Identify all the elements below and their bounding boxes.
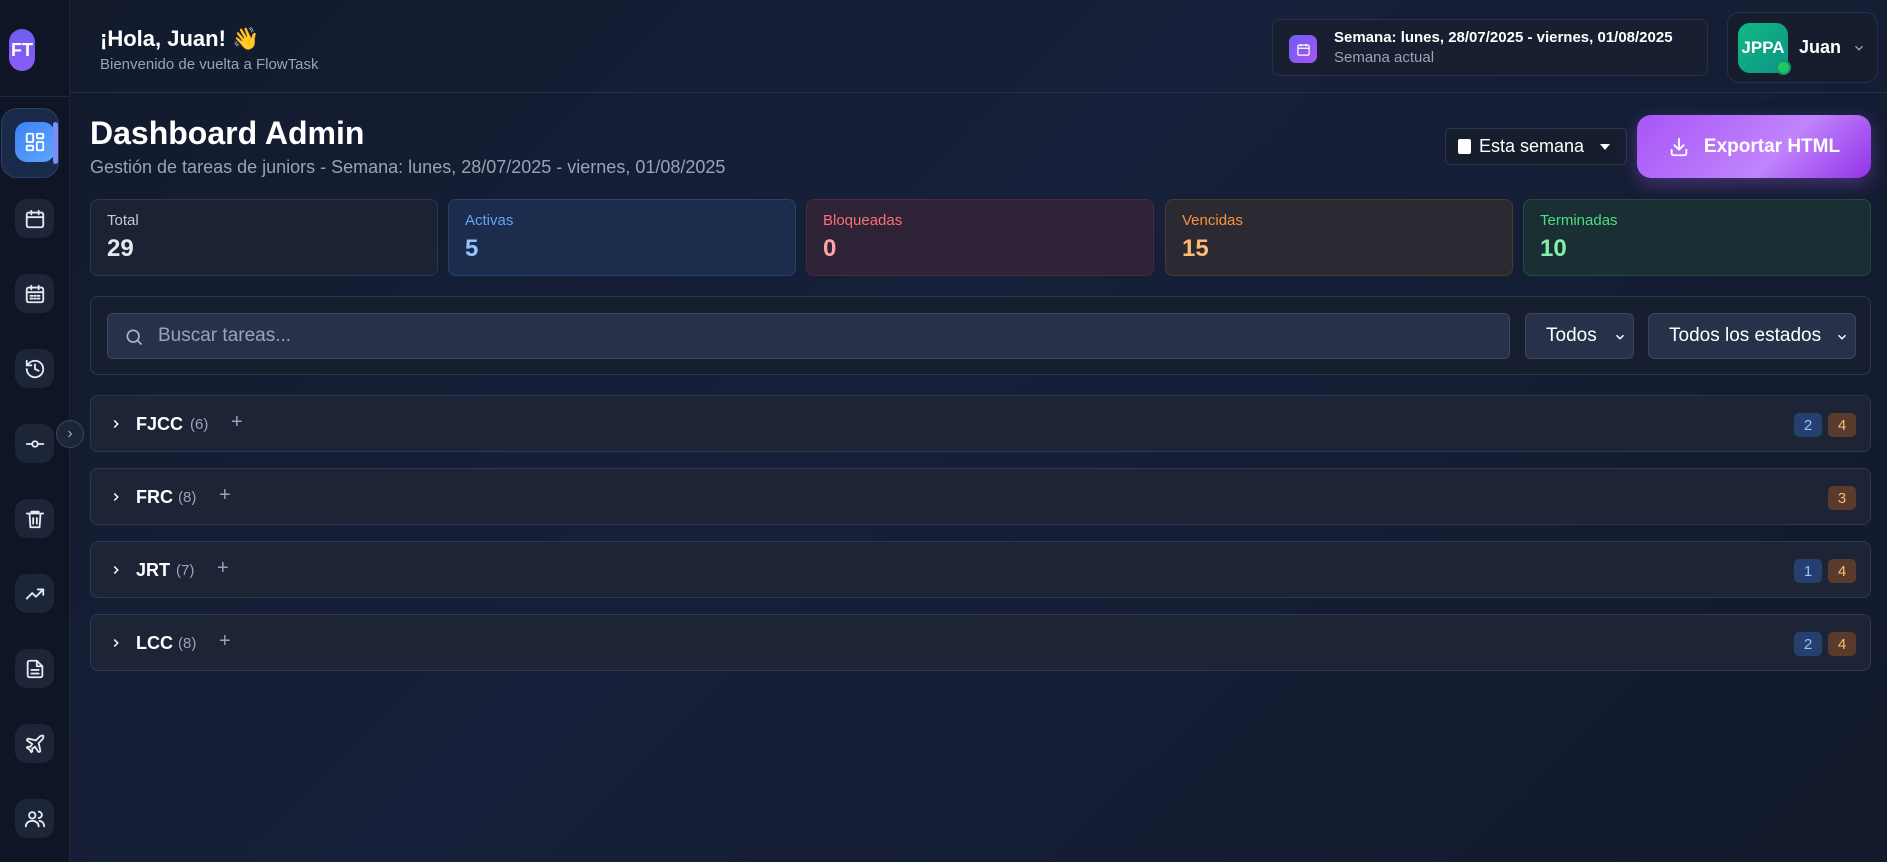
status-badge-blue: 2 [1794, 413, 1822, 437]
export-html-button[interactable]: Exportar HTML [1637, 115, 1871, 178]
stat-value: 5 [465, 235, 479, 262]
sidebar-divider [0, 96, 70, 97]
sidebar-item-trends[interactable] [15, 574, 54, 613]
chevron-down-icon [1615, 334, 1625, 340]
group-name: JRT [136, 560, 171, 580]
group-name: LCC [136, 633, 173, 653]
group-task-count: (8) [178, 489, 197, 506]
stat-card-total[interactable]: Total 29 [90, 199, 438, 276]
search-input[interactable] [158, 314, 1498, 358]
junior-filter-value: Todos [1546, 325, 1597, 346]
document-icon [26, 659, 43, 678]
group-name: FRC [136, 487, 173, 507]
group-task-count: (6) [190, 416, 209, 433]
sidebar-collapse-button[interactable] [56, 420, 84, 448]
sidebar-item-documents[interactable] [15, 649, 54, 688]
sidebar-item-history[interactable] [15, 349, 54, 388]
status-badge-orange: 4 [1828, 413, 1856, 437]
sidebar-item-commits[interactable] [15, 424, 54, 463]
sidebar-item-calendar[interactable] [15, 199, 54, 238]
status-badge-orange: 4 [1828, 632, 1856, 656]
sidebar-item-dashboard[interactable] [15, 122, 55, 162]
add-task-icon[interactable]: + [219, 630, 231, 653]
stat-card-bloqueadas[interactable]: Bloqueadas 0 [806, 199, 1154, 276]
group-task-count: (7) [176, 562, 195, 579]
top-header: ¡Hola, Juan! 👋 Bienvenido de vuelta a Fl… [70, 0, 1887, 93]
week-range-label: Semana: lunes, 28/07/2025 - viernes, 01/… [1334, 29, 1673, 46]
caret-down-icon [1600, 143, 1611, 150]
trash-icon [25, 510, 44, 528]
stat-value: 10 [1540, 235, 1567, 262]
sidebar-item-users[interactable] [15, 799, 54, 838]
junior-group-row[interactable]: JRT (7) +1 4 [90, 541, 1871, 598]
chevron-right-icon [68, 430, 73, 438]
sidebar-item-calendar-grid[interactable] [15, 274, 54, 313]
week-select[interactable]: Esta semana [1445, 128, 1627, 165]
status-badge-blue: 1 [1794, 559, 1822, 583]
add-task-icon[interactable]: + [231, 411, 243, 434]
page-subtitle: Gestión de tareas de juniors - Semana: l… [90, 157, 726, 177]
history-icon [25, 359, 44, 378]
current-week-indicator[interactable]: Semana: lunes, 28/07/2025 - viernes, 01/… [1272, 19, 1708, 76]
calendar-grid-icon [25, 284, 44, 303]
users-icon [24, 810, 45, 827]
plane-icon [25, 734, 44, 753]
download-icon [1670, 137, 1688, 156]
status-filter-select[interactable]: Todos los estados [1648, 313, 1856, 359]
greeting-subtitle: Bienvenido de vuelta a FlowTask [100, 56, 319, 73]
greeting-title: ¡Hola, Juan! 👋 [100, 26, 260, 51]
calendar-icon [1289, 35, 1317, 63]
stat-label: Total [107, 212, 139, 229]
status-filter-value: Todos los estados [1669, 325, 1822, 346]
junior-group-row[interactable]: LCC (8) +2 4 [90, 614, 1871, 671]
calendar-icon [25, 209, 44, 228]
stat-value: 0 [823, 235, 837, 262]
chevron-right-icon[interactable] [109, 563, 123, 577]
search-field[interactable] [107, 313, 1510, 359]
stat-card-terminadas[interactable]: Terminadas 10 [1523, 199, 1871, 276]
chevron-right-icon[interactable] [109, 636, 123, 650]
chevron-right-icon[interactable] [109, 417, 123, 431]
group-task-count: (8) [178, 635, 197, 652]
stat-label: Vencidas [1182, 212, 1243, 229]
status-badge-orange: 3 [1828, 486, 1856, 510]
search-icon [126, 329, 143, 346]
junior-group-row[interactable]: FRC (8) +3 [90, 468, 1871, 525]
filter-panel: Todos Todos los estados [90, 296, 1871, 375]
stat-value: 29 [107, 235, 134, 262]
user-name: Juan [1799, 37, 1842, 57]
group-name: FJCC [136, 414, 184, 434]
dashboard-icon [25, 132, 45, 152]
stat-value: 15 [1182, 235, 1209, 262]
week-caption: Semana actual [1334, 49, 1435, 66]
junior-filter-select[interactable]: Todos [1525, 313, 1634, 359]
page-title: Dashboard Admin [90, 115, 365, 151]
stat-label: Terminadas [1540, 212, 1618, 229]
week-select-value: Esta semana [1479, 136, 1585, 156]
stat-label: Bloqueadas [823, 212, 903, 229]
chevron-right-icon[interactable] [109, 490, 123, 504]
status-badge-orange: 4 [1828, 559, 1856, 583]
sidebar-item-vacations[interactable] [15, 724, 54, 763]
chevron-down-icon [1852, 41, 1866, 55]
trending-up-icon [25, 588, 44, 599]
app-logo[interactable]: FT [9, 29, 35, 71]
sidebar-item-trash[interactable] [15, 499, 54, 538]
junior-group-row[interactable]: FJCC (6) +2 4 [90, 395, 1871, 452]
user-menu[interactable]: JPPA Juan [1727, 12, 1878, 83]
online-status-icon [1776, 60, 1791, 75]
chevron-down-icon [1837, 334, 1847, 340]
stat-card-activas[interactable]: Activas 5 [448, 199, 796, 276]
add-task-icon[interactable]: + [219, 484, 231, 507]
stat-label: Activas [465, 212, 514, 229]
commit-icon [25, 439, 44, 448]
export-html-label: Exportar HTML [1703, 135, 1841, 157]
stat-card-vencidas[interactable]: Vencidas 15 [1165, 199, 1513, 276]
status-badge-blue: 2 [1794, 632, 1822, 656]
active-indicator [53, 122, 58, 164]
calendar-icon [1458, 139, 1471, 154]
add-task-icon[interactable]: + [217, 557, 229, 580]
